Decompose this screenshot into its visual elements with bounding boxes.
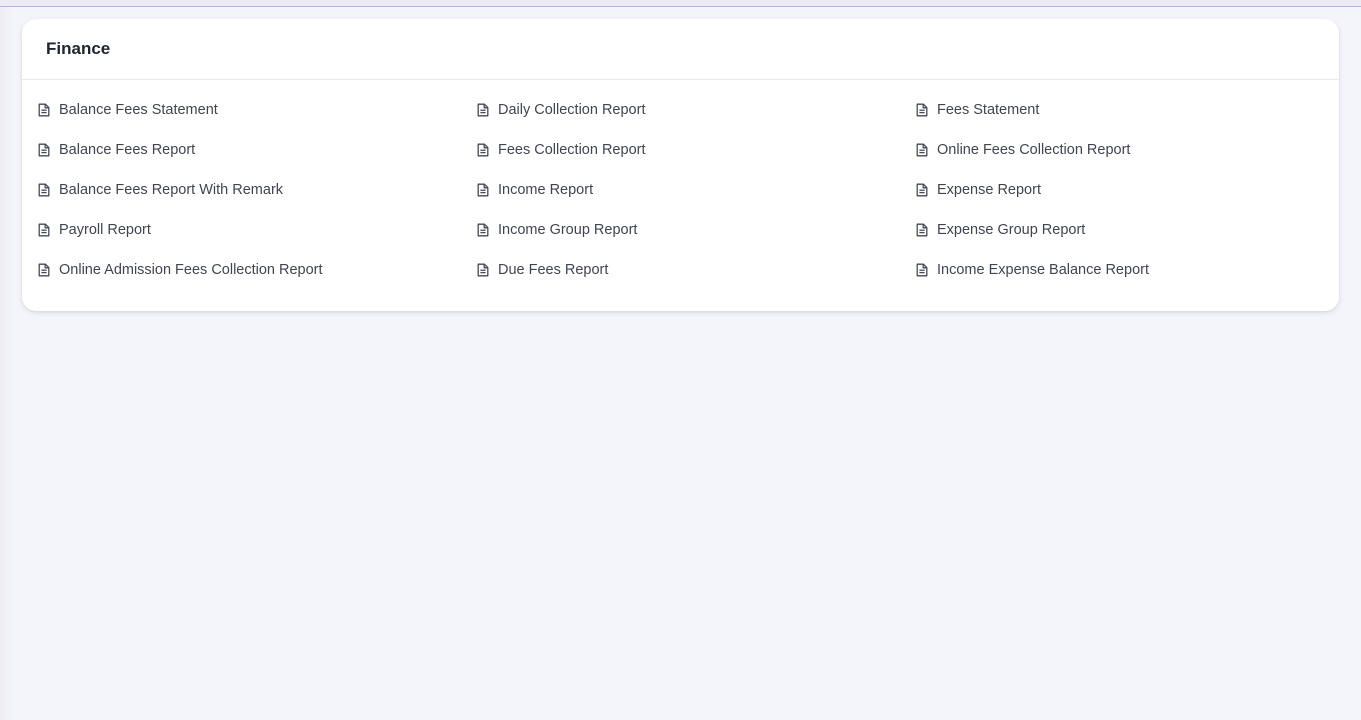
card-body: Balance Fees Statement Daily Collection R…	[22, 80, 1339, 290]
file-text-icon	[915, 183, 929, 197]
file-text-icon	[37, 103, 51, 117]
report-link[interactable]: Expense Report	[915, 170, 1340, 210]
card-header: Finance	[22, 19, 1339, 80]
report-link[interactable]: Income Expense Balance Report	[915, 250, 1340, 290]
report-link-label: Daily Collection Report	[498, 102, 646, 118]
report-link[interactable]: Balance Fees Report	[37, 130, 476, 170]
report-link-label: Income Expense Balance Report	[937, 262, 1149, 278]
file-text-icon	[37, 143, 51, 157]
section-title: Finance	[46, 39, 111, 58]
file-text-icon	[476, 143, 490, 157]
report-link[interactable]: Due Fees Report	[476, 250, 915, 290]
report-link[interactable]: Online Fees Collection Report	[915, 130, 1340, 170]
finance-reports-card: Finance Balance Fees Statement Daily Coll…	[22, 19, 1339, 311]
report-links-grid: Balance Fees Statement Daily Collection R…	[22, 80, 1339, 290]
report-link[interactable]: Online Admission Fees Collection Report	[37, 250, 476, 290]
file-text-icon	[915, 223, 929, 237]
report-link[interactable]: Expense Group Report	[915, 210, 1340, 250]
report-link[interactable]: Fees Statement	[915, 90, 1340, 130]
report-link[interactable]: Daily Collection Report	[476, 90, 915, 130]
report-link-label: Due Fees Report	[498, 262, 609, 278]
page: Finance Balance Fees Statement Daily Coll…	[0, 0, 1361, 720]
file-text-icon	[915, 263, 929, 277]
file-text-icon	[915, 143, 929, 157]
top-navbar-edge	[0, 0, 1361, 7]
report-link-label: Expense Group Report	[937, 222, 1086, 238]
report-link-label: Fees Statement	[937, 102, 1040, 118]
report-link-label: Payroll Report	[59, 222, 151, 238]
report-link-label: Income Group Report	[498, 222, 638, 238]
file-text-icon	[476, 223, 490, 237]
report-link[interactable]: Payroll Report	[37, 210, 476, 250]
report-link[interactable]: Balance Fees Report With Remark	[37, 170, 476, 210]
report-link-label: Balance Fees Statement	[59, 102, 218, 118]
report-link-label: Expense Report	[937, 182, 1041, 198]
report-link[interactable]: Income Group Report	[476, 210, 915, 250]
report-link-label: Fees Collection Report	[498, 142, 646, 158]
report-link[interactable]: Income Report	[476, 170, 915, 210]
file-text-icon	[37, 183, 51, 197]
file-text-icon	[476, 263, 490, 277]
report-link[interactable]: Balance Fees Statement	[37, 90, 476, 130]
file-text-icon	[37, 223, 51, 237]
file-text-icon	[476, 183, 490, 197]
report-link-label: Income Report	[498, 182, 594, 198]
report-link-label: Balance Fees Report With Remark	[59, 182, 284, 198]
report-link-label: Online Admission Fees Collection Report	[59, 262, 323, 278]
report-link-label: Balance Fees Report	[59, 142, 196, 158]
report-link-label: Online Fees Collection Report	[937, 142, 1131, 158]
report-link[interactable]: Fees Collection Report	[476, 130, 915, 170]
file-text-icon	[476, 103, 490, 117]
file-text-icon	[915, 103, 929, 117]
file-text-icon	[37, 263, 51, 277]
